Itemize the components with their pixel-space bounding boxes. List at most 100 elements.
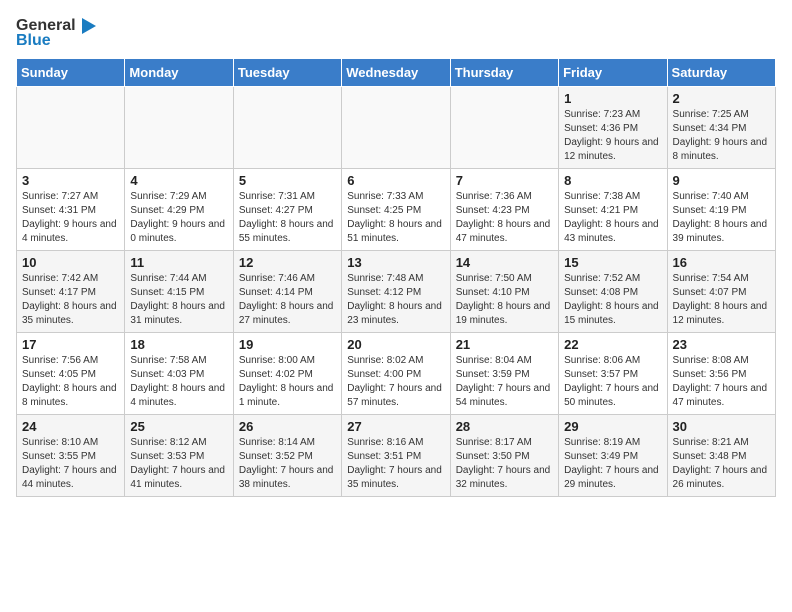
day-info: Sunrise: 7:54 AM Sunset: 4:07 PM Dayligh… — [673, 272, 770, 328]
day-header-thursday: Thursday — [450, 59, 558, 87]
calendar-cell: 6 Sunrise: 7:33 AM Sunset: 4:25 PM Daylig… — [342, 169, 450, 251]
day-number: 29 — [564, 419, 661, 434]
day-number: 12 — [239, 255, 336, 270]
day-number: 4 — [130, 173, 227, 188]
day-header-sunday: Sunday — [17, 59, 125, 87]
day-number: 18 — [130, 337, 227, 352]
calendar-cell: 26 Sunrise: 8:14 AM Sunset: 3:52 PM Dayli… — [233, 415, 341, 497]
calendar-cell: 29 Sunrise: 8:19 AM Sunset: 3:49 PM Dayli… — [559, 415, 667, 497]
day-number: 28 — [456, 419, 553, 434]
day-number: 9 — [673, 173, 770, 188]
day-info: Sunrise: 7:40 AM Sunset: 4:19 PM Dayligh… — [673, 190, 770, 246]
day-info: Sunrise: 8:19 AM Sunset: 3:49 PM Dayligh… — [564, 436, 661, 492]
day-info: Sunrise: 8:16 AM Sunset: 3:51 PM Dayligh… — [347, 436, 444, 492]
day-number: 15 — [564, 255, 661, 270]
day-info: Sunrise: 7:33 AM Sunset: 4:25 PM Dayligh… — [347, 190, 444, 246]
page-header: General Blue — [16, 16, 776, 50]
day-number: 20 — [347, 337, 444, 352]
day-number: 2 — [673, 91, 770, 106]
day-info: Sunrise: 7:58 AM Sunset: 4:03 PM Dayligh… — [130, 354, 227, 410]
calendar-cell: 30 Sunrise: 8:21 AM Sunset: 3:48 PM Dayli… — [667, 415, 775, 497]
calendar-cell: 20 Sunrise: 8:02 AM Sunset: 4:00 PM Dayli… — [342, 333, 450, 415]
calendar-cell — [125, 87, 233, 169]
day-header-tuesday: Tuesday — [233, 59, 341, 87]
calendar-cell: 27 Sunrise: 8:16 AM Sunset: 3:51 PM Dayli… — [342, 415, 450, 497]
calendar-cell: 13 Sunrise: 7:48 AM Sunset: 4:12 PM Dayli… — [342, 251, 450, 333]
calendar-cell: 17 Sunrise: 7:56 AM Sunset: 4:05 PM Dayli… — [17, 333, 125, 415]
calendar-cell: 28 Sunrise: 8:17 AM Sunset: 3:50 PM Dayli… — [450, 415, 558, 497]
day-number: 26 — [239, 419, 336, 434]
calendar-cell — [342, 87, 450, 169]
calendar-cell: 16 Sunrise: 7:54 AM Sunset: 4:07 PM Dayli… — [667, 251, 775, 333]
day-info: Sunrise: 8:21 AM Sunset: 3:48 PM Dayligh… — [673, 436, 770, 492]
day-info: Sunrise: 7:25 AM Sunset: 4:34 PM Dayligh… — [673, 108, 770, 164]
calendar-cell — [17, 87, 125, 169]
day-info: Sunrise: 8:02 AM Sunset: 4:00 PM Dayligh… — [347, 354, 444, 410]
day-info: Sunrise: 8:00 AM Sunset: 4:02 PM Dayligh… — [239, 354, 336, 410]
day-number: 25 — [130, 419, 227, 434]
day-number: 16 — [673, 255, 770, 270]
day-info: Sunrise: 7:36 AM Sunset: 4:23 PM Dayligh… — [456, 190, 553, 246]
calendar-cell — [450, 87, 558, 169]
day-number: 23 — [673, 337, 770, 352]
calendar-week-row: 17 Sunrise: 7:56 AM Sunset: 4:05 PM Dayli… — [17, 333, 776, 415]
day-info: Sunrise: 7:42 AM Sunset: 4:17 PM Dayligh… — [22, 272, 119, 328]
day-info: Sunrise: 8:06 AM Sunset: 3:57 PM Dayligh… — [564, 354, 661, 410]
calendar-cell: 2 Sunrise: 7:25 AM Sunset: 4:34 PM Daylig… — [667, 87, 775, 169]
day-info: Sunrise: 7:29 AM Sunset: 4:29 PM Dayligh… — [130, 190, 227, 246]
day-info: Sunrise: 7:23 AM Sunset: 4:36 PM Dayligh… — [564, 108, 661, 164]
calendar-week-row: 10 Sunrise: 7:42 AM Sunset: 4:17 PM Dayli… — [17, 251, 776, 333]
logo: General Blue — [16, 16, 98, 50]
calendar-cell: 4 Sunrise: 7:29 AM Sunset: 4:29 PM Daylig… — [125, 169, 233, 251]
day-header-saturday: Saturday — [667, 59, 775, 87]
day-info: Sunrise: 7:56 AM Sunset: 4:05 PM Dayligh… — [22, 354, 119, 410]
day-number: 17 — [22, 337, 119, 352]
day-header-wednesday: Wednesday — [342, 59, 450, 87]
calendar-week-row: 24Sunrise: 8:10 AM Sunset: 3:55 PM Dayli… — [17, 415, 776, 497]
day-info: Sunrise: 8:14 AM Sunset: 3:52 PM Dayligh… — [239, 436, 336, 492]
day-number: 14 — [456, 255, 553, 270]
calendar-table: SundayMondayTuesdayWednesdayThursdayFrid… — [16, 58, 776, 497]
day-number: 24 — [22, 419, 119, 434]
calendar-cell: 9 Sunrise: 7:40 AM Sunset: 4:19 PM Daylig… — [667, 169, 775, 251]
calendar-cell: 14Sunrise: 7:50 AM Sunset: 4:10 PM Dayli… — [450, 251, 558, 333]
day-number: 19 — [239, 337, 336, 352]
day-number: 8 — [564, 173, 661, 188]
day-number: 5 — [239, 173, 336, 188]
calendar-cell: 7 Sunrise: 7:36 AM Sunset: 4:23 PM Daylig… — [450, 169, 558, 251]
day-number: 10 — [22, 255, 119, 270]
day-number: 1 — [564, 91, 661, 106]
calendar-cell: 15 Sunrise: 7:52 AM Sunset: 4:08 PM Dayli… — [559, 251, 667, 333]
calendar-cell: 23 Sunrise: 8:08 AM Sunset: 3:56 PM Dayli… — [667, 333, 775, 415]
day-number: 27 — [347, 419, 444, 434]
logo-triangle-icon — [78, 16, 98, 36]
calendar-cell: 18 Sunrise: 7:58 AM Sunset: 4:03 PM Dayli… — [125, 333, 233, 415]
day-number: 13 — [347, 255, 444, 270]
calendar-cell: 24Sunrise: 8:10 AM Sunset: 3:55 PM Dayli… — [17, 415, 125, 497]
day-number: 30 — [673, 419, 770, 434]
day-info: Sunrise: 7:48 AM Sunset: 4:12 PM Dayligh… — [347, 272, 444, 328]
calendar-cell: 5Sunrise: 7:31 AM Sunset: 4:27 PM Daylig… — [233, 169, 341, 251]
day-number: 6 — [347, 173, 444, 188]
calendar-cell: 12Sunrise: 7:46 AM Sunset: 4:14 PM Dayli… — [233, 251, 341, 333]
calendar-cell: 1 Sunrise: 7:23 AM Sunset: 4:36 PM Daylig… — [559, 87, 667, 169]
day-info: Sunrise: 7:38 AM Sunset: 4:21 PM Dayligh… — [564, 190, 661, 246]
day-header-friday: Friday — [559, 59, 667, 87]
day-info: Sunrise: 8:17 AM Sunset: 3:50 PM Dayligh… — [456, 436, 553, 492]
calendar-cell: 19 Sunrise: 8:00 AM Sunset: 4:02 PM Dayli… — [233, 333, 341, 415]
day-info: Sunrise: 8:04 AM Sunset: 3:59 PM Dayligh… — [456, 354, 553, 410]
calendar-cell: 11Sunrise: 7:44 AM Sunset: 4:15 PM Dayli… — [125, 251, 233, 333]
day-info: Sunrise: 7:52 AM Sunset: 4:08 PM Dayligh… — [564, 272, 661, 328]
calendar-cell: 21Sunrise: 8:04 AM Sunset: 3:59 PM Dayli… — [450, 333, 558, 415]
calendar-cell: 22 Sunrise: 8:06 AM Sunset: 3:57 PM Dayli… — [559, 333, 667, 415]
calendar-week-row: 1 Sunrise: 7:23 AM Sunset: 4:36 PM Daylig… — [17, 87, 776, 169]
day-info: Sunrise: 8:08 AM Sunset: 3:56 PM Dayligh… — [673, 354, 770, 410]
day-info: Sunrise: 7:44 AM Sunset: 4:15 PM Dayligh… — [130, 272, 227, 328]
calendar-cell — [233, 87, 341, 169]
day-number: 3 — [22, 173, 119, 188]
day-number: 22 — [564, 337, 661, 352]
calendar-cell: 3Sunrise: 7:27 AM Sunset: 4:31 PM Daylig… — [17, 169, 125, 251]
day-number: 7 — [456, 173, 553, 188]
calendar-cell: 10 Sunrise: 7:42 AM Sunset: 4:17 PM Dayli… — [17, 251, 125, 333]
calendar-week-row: 3Sunrise: 7:27 AM Sunset: 4:31 PM Daylig… — [17, 169, 776, 251]
